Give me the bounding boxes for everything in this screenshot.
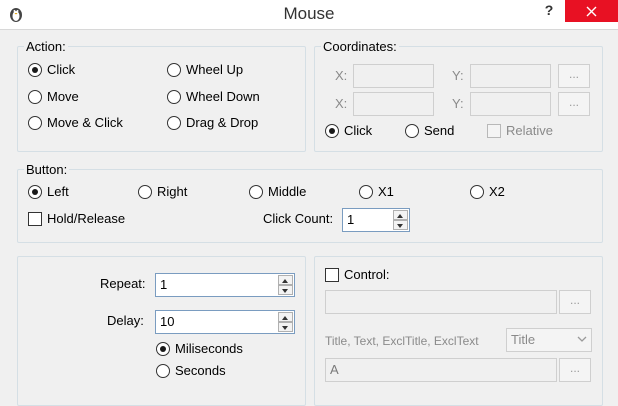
spinner-value: 1 [347,212,355,227]
coord1-browse-button[interactable]: ... [558,64,590,88]
radio-dot [138,185,152,199]
radio-label: Move [47,89,79,104]
spin-up-icon[interactable] [278,312,293,322]
radio-dot [325,124,339,138]
radio-dot [28,116,42,130]
x1-input[interactable] [353,64,434,88]
radio-label: X1 [378,184,394,199]
close-button[interactable] [565,0,618,22]
click-count-spinner[interactable]: 1 [342,208,410,232]
radio-dot [249,185,263,199]
delay-spinner[interactable]: 10 [155,310,295,334]
spinner-arrows [393,210,408,230]
match-mode-select[interactable]: Title [506,328,592,352]
spin-down-icon[interactable] [278,322,293,332]
x2-input[interactable] [353,92,434,116]
repeat-spinner[interactable]: 1 [155,273,295,297]
radio-label: Seconds [175,363,226,378]
checkbox-box [325,268,339,282]
radio-label: Move & Click [47,115,123,130]
y1-input[interactable] [470,64,551,88]
radio-dot [156,364,170,378]
radio-label: Middle [268,184,307,199]
y2-input[interactable] [470,92,551,116]
radio-label: Click [344,123,373,138]
checkbox-box [487,124,501,138]
radio-dot [28,90,42,104]
radio-dot [28,63,42,77]
checkbox-box [28,212,42,226]
radio-label: Right [157,184,188,199]
radio-label: Send [424,123,455,138]
radio-label: Miliseconds [175,341,243,356]
timing-group: Repeat: 1 Delay: 10 Miliseconds Seconds [17,256,306,406]
radio-dot [167,116,181,130]
radio-dot [156,342,170,356]
match-label: Title, Text, ExclTitle, ExclText [325,334,479,348]
spin-up-icon[interactable] [278,275,293,285]
control-text-browse-button[interactable]: ... [559,358,591,382]
radio-dot [28,185,42,199]
radio-dot [405,124,419,138]
delay-label: Delay: [107,313,144,328]
button-group: Button: Left Right Middle X1 X2 Hold/Rel… [17,162,603,243]
radio-dot [167,90,181,104]
select-value: Title [511,332,536,347]
title-bar: Mouse ? [0,0,618,30]
spinner-value: 1 [160,277,168,292]
spinner-arrows [278,312,293,332]
radio-label: X2 [489,184,505,199]
close-icon [586,6,597,17]
control-input[interactable] [325,290,557,314]
radio-label: Drag & Drop [186,115,259,130]
input-value: A [330,362,339,377]
control-browse-button[interactable]: ... [559,290,591,314]
chevron-down-icon [577,336,587,342]
repeat-label: Repeat: [100,276,146,291]
radio-label: Wheel Down [186,89,260,104]
spinner-arrows [278,275,293,295]
button-legend: Button: [24,162,70,177]
coord2-browse-button[interactable]: ... [558,92,590,116]
checkbox-label: Hold/Release [47,211,126,226]
coordinates-group: Coordinates: X: Y: ... X: Y: ... Click S… [314,39,603,152]
control-group: Control: ... Title, Text, ExclTitle, Exc… [314,256,603,406]
radio-dot [167,63,181,77]
action-legend: Action: [24,39,68,54]
radio-label: Wheel Up [186,62,244,77]
radio-dot [470,185,484,199]
spin-up-icon[interactable] [393,210,408,220]
control-text-input[interactable]: A [325,358,557,382]
x2-label: X: [335,96,348,111]
spin-down-icon[interactable] [278,285,293,295]
checkbox-label: Relative [506,123,553,138]
coordinates-legend: Coordinates: [321,39,399,54]
radio-label: Left [47,184,69,199]
radio-label: Click [47,62,76,77]
click-count-label: Click Count: [263,211,334,226]
y1-label: Y: [452,68,464,83]
action-group: Action: Click Move Move & Click Wheel Up… [17,39,306,152]
window-title: Mouse [283,4,335,23]
spinner-value: 10 [160,314,175,329]
x1-label: X: [335,68,348,83]
y2-label: Y: [452,96,464,111]
checkbox-label: Control: [344,267,390,282]
help-button[interactable]: ? [538,0,560,24]
spin-down-icon[interactable] [393,220,408,230]
radio-dot [359,185,373,199]
